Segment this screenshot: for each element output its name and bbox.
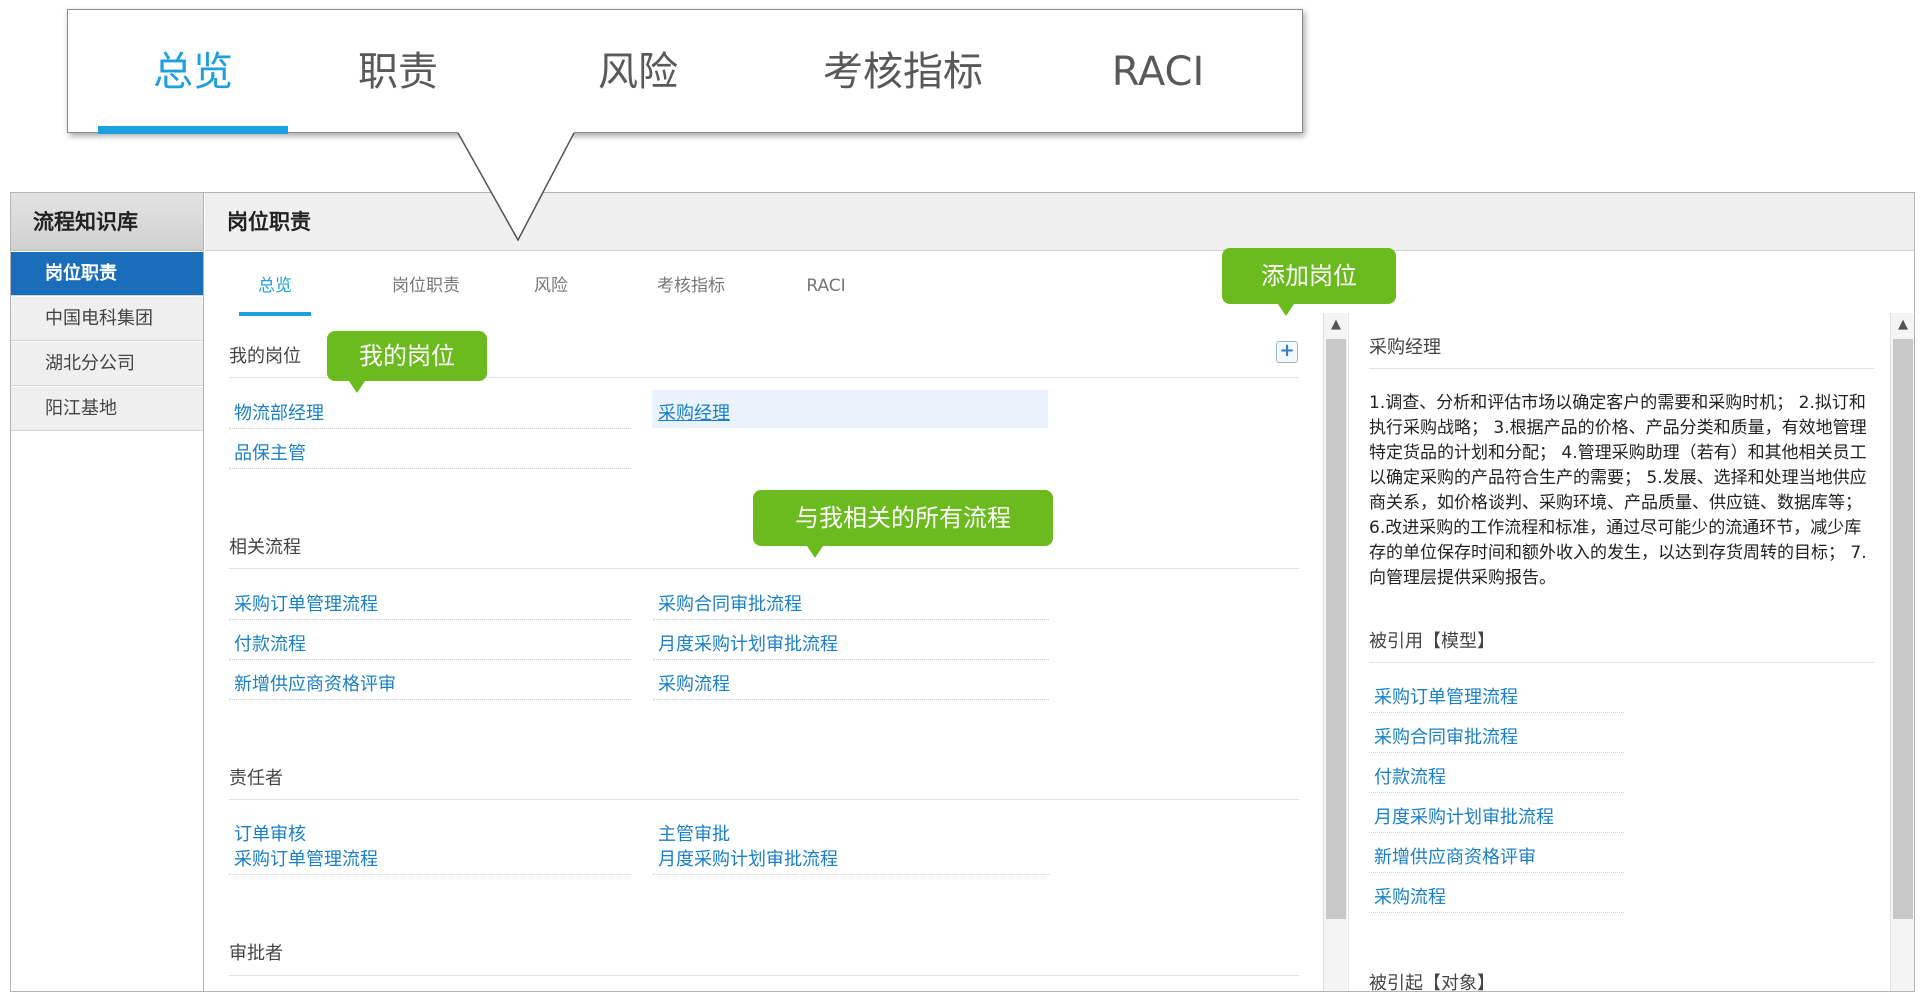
tab-raci[interactable]: RACI [796,268,856,316]
cited-model-link[interactable]: 付款流程 [1374,763,1446,789]
tooltip-related-processes: 与我相关的所有流程 [753,490,1053,558]
section-divider [1369,662,1874,663]
tooltip-text: 添加岗位 [1261,262,1357,290]
row-divider [229,874,631,875]
section-divider [1369,368,1874,369]
row-divider [229,659,631,660]
tooltip-text: 与我相关的所有流程 [795,504,1011,532]
position-link-selected[interactable]: 采购经理 [658,399,730,425]
detail-description: 1.调查、分析和评估市场以确定客户的需要和采购时机； 2.拟订和执行采购战略； … [1369,393,1867,588]
chevron-up-icon[interactable]: ▲ [1891,313,1915,337]
responsible-task-link[interactable]: 订单审核 [234,820,306,846]
callout-tab-duties[interactable]: 职责 [328,10,468,134]
tab-position-duties[interactable]: 岗位职责 [371,268,481,316]
process-link[interactable]: 付款流程 [234,630,306,656]
panel-divider [1348,313,1349,991]
cited-model-link[interactable]: 新增供应商资格评审 [1374,843,1536,869]
cited-model-link[interactable]: 月度采购计划审批流程 [1374,803,1554,829]
row-divider [229,468,631,469]
row-divider [1369,712,1624,713]
section-title-cited-object: 被引起【对象】 [1369,973,1495,994]
row-divider [1369,872,1624,873]
row-divider [1369,832,1624,833]
responsible-process-link[interactable]: 采购订单管理流程 [234,845,378,871]
plus-icon: + [1279,340,1295,361]
section-title-approver: 审批者 [229,943,283,964]
process-link[interactable]: 采购合同审批流程 [658,590,802,616]
callout-tab-raci[interactable]: RACI [1088,10,1228,134]
process-link[interactable]: 新增供应商资格评审 [234,670,396,696]
callout-tab-overview[interactable]: 总览 [98,10,288,134]
callout-tab-kpi[interactable]: 考核指标 [803,10,1003,134]
section-title-responsible: 责任者 [229,768,283,789]
sidebar-title: 流程知识库 [11,193,203,251]
row-divider [653,659,1049,660]
tab-overview[interactable]: 总览 [239,268,311,316]
tab-kpi[interactable]: 考核指标 [636,268,746,316]
process-link[interactable]: 采购订单管理流程 [234,590,378,616]
cited-model-link[interactable]: 采购订单管理流程 [1374,683,1518,709]
detail-scrollbar[interactable]: ▲ [1890,313,1914,991]
content-header-title: 岗位职责 [205,193,1914,251]
section-title-my-positions: 我的岗位 [229,346,301,367]
cited-model-link[interactable]: 采购合同审批流程 [1374,723,1518,749]
position-link[interactable]: 物流部经理 [234,399,324,425]
app-window: 流程知识库 岗位职责 中国电科集团 湖北分公司 阳江基地 岗位职责 总览 岗位职… [10,192,1915,994]
row-divider [229,428,631,429]
scrollbar-thumb[interactable] [1893,339,1913,919]
row-divider [229,619,631,620]
row-divider [1369,752,1624,753]
sidebar-item-hubei-branch[interactable]: 湖北分公司 [11,342,203,386]
tooltip-add-position: 添加岗位 [1222,248,1396,316]
detail-title: 采购经理 [1369,337,1441,358]
sidebar-item-cetc-group[interactable]: 中国电科集团 [11,297,203,341]
responsible-process-link[interactable]: 月度采购计划审批流程 [658,845,838,871]
position-link[interactable]: 品保主管 [234,439,306,465]
responsible-task-link[interactable]: 主管审批 [658,820,730,846]
chevron-up-icon[interactable]: ▲ [1324,313,1348,337]
tooltip-text: 我的岗位 [359,342,455,370]
section-title-cited-model: 被引用【模型】 [1369,631,1495,652]
content-scrollbar[interactable]: ▲ [1323,313,1347,991]
tooltip-my-positions: 我的岗位 [327,331,487,393]
sidebar-item-yangjiang-base[interactable]: 阳江基地 [11,387,203,431]
row-divider [1369,792,1624,793]
process-link[interactable]: 月度采购计划审批流程 [658,630,838,656]
zoom-callout-tabbar: 总览 职责 风险 考核指标 RACI [67,9,1303,134]
section-divider [229,799,1299,800]
tab-risk[interactable]: 风险 [521,268,581,316]
process-link[interactable]: 采购流程 [658,670,730,696]
section-divider [229,568,1299,569]
row-divider [653,874,1049,875]
section-divider [229,975,1299,976]
scrollbar-thumb[interactable] [1326,339,1346,919]
callout-tab-risk[interactable]: 风险 [568,10,708,134]
sidebar-item-position-duties[interactable]: 岗位职责 [11,252,203,296]
row-divider [653,619,1049,620]
row-divider [229,699,631,700]
cited-model-link[interactable]: 采购流程 [1374,883,1446,909]
row-divider [1369,912,1624,913]
row-divider [653,699,1049,700]
section-title-related-processes: 相关流程 [229,537,301,558]
sidebar: 流程知识库 岗位职责 中国电科集团 湖北分公司 阳江基地 [11,193,204,991]
add-position-button[interactable]: + [1276,341,1298,363]
